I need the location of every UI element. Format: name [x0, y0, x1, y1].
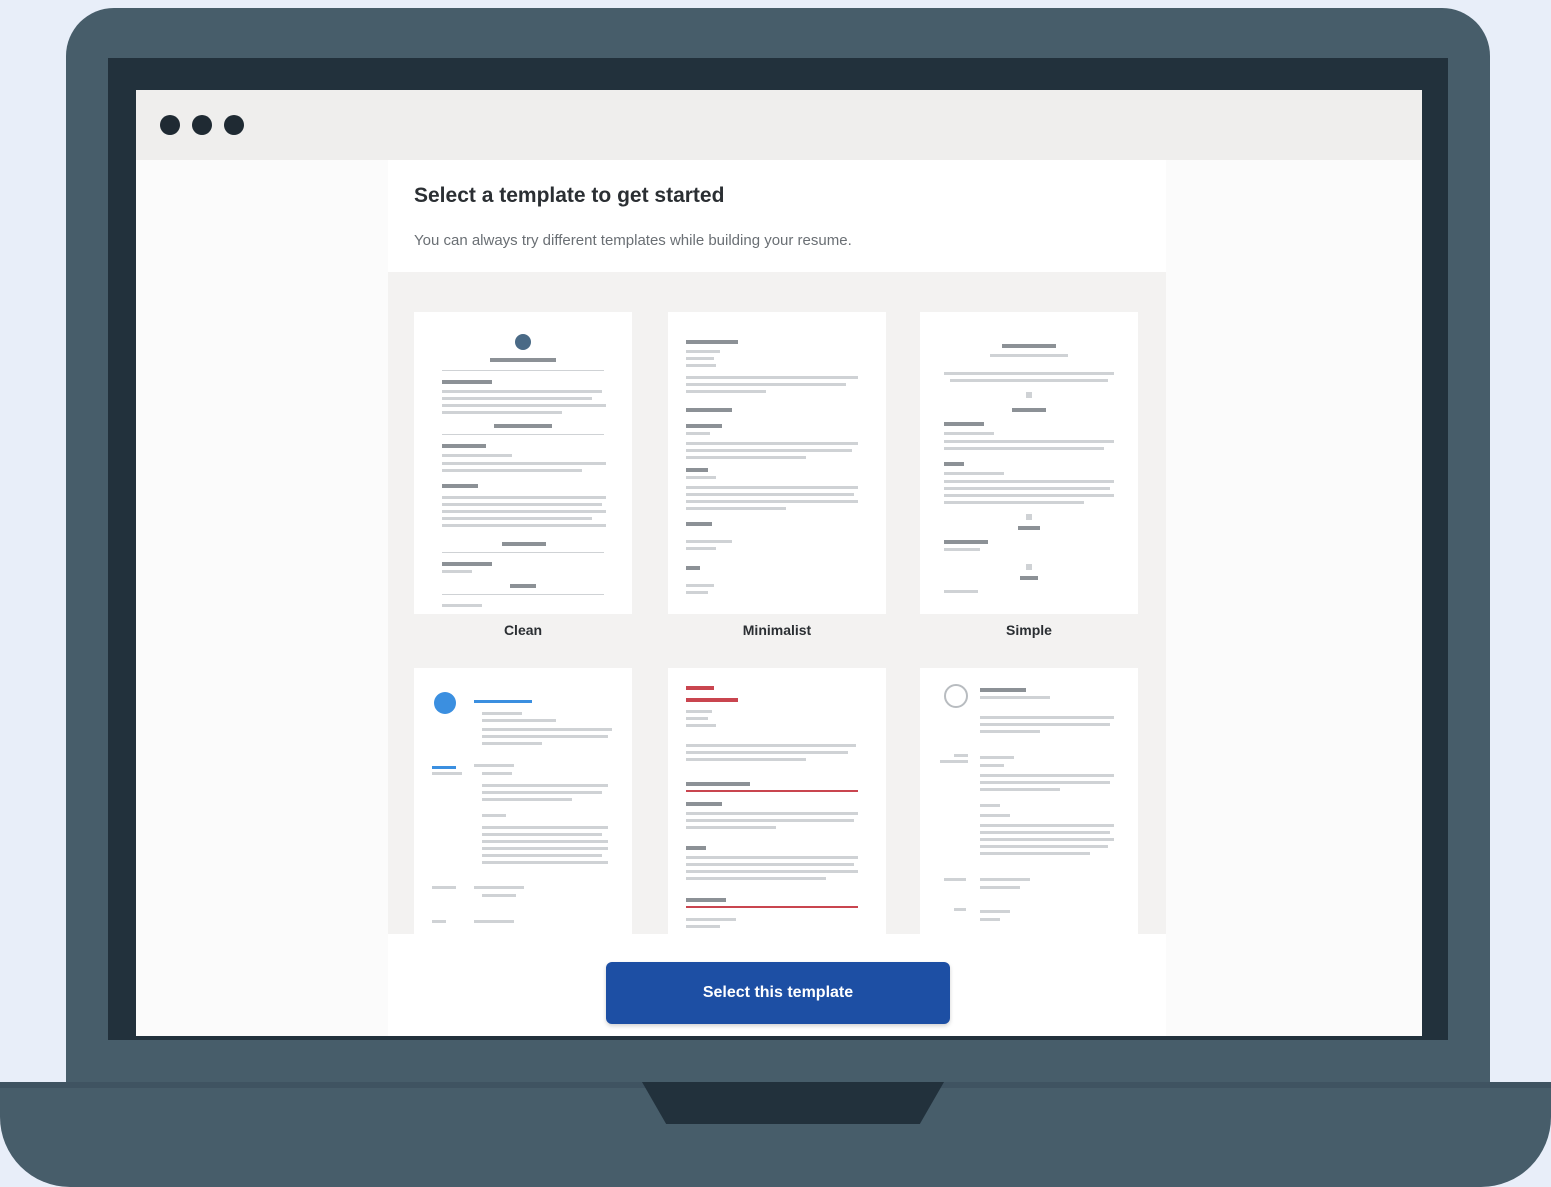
template-name-minimalist: Minimalist [742, 622, 812, 638]
template-name-simple: Simple [1006, 622, 1052, 638]
window-dot-2[interactable] [192, 115, 212, 135]
laptop-screen: Select a template to get started You can… [136, 90, 1422, 1036]
template-card-simple[interactable]: Simple [920, 312, 1138, 638]
scene: Select a template to get started You can… [0, 0, 1551, 1187]
avatar-icon [434, 692, 456, 714]
browser-titlebar [136, 90, 1422, 160]
template-selection-panel: Select a template to get started You can… [388, 160, 1166, 1036]
template-name-clean: Clean [503, 622, 543, 638]
select-template-button[interactable]: Select this template [606, 962, 950, 1024]
template-preview-5[interactable] [668, 668, 886, 934]
template-gallery: Clean Minimalist Simple [388, 272, 1166, 934]
page-content: Select a template to get started You can… [136, 160, 1422, 1036]
template-card-4[interactable] [414, 668, 632, 934]
window-dot-1[interactable] [160, 115, 180, 135]
template-preview-minimalist[interactable] [668, 312, 886, 614]
window-dot-3[interactable] [224, 115, 244, 135]
template-card-minimalist[interactable]: Minimalist [668, 312, 886, 638]
template-card-6[interactable] [920, 668, 1138, 934]
footer-bar: Select this template [388, 934, 1166, 1036]
laptop-notch [642, 1082, 944, 1124]
template-preview-clean[interactable] [414, 312, 632, 614]
page-subtitle: You can always try different templates w… [414, 232, 852, 249]
avatar-icon [944, 684, 968, 708]
page-title: Select a template to get started [414, 184, 725, 207]
template-card-clean[interactable]: Clean [414, 312, 632, 638]
avatar-icon [515, 334, 531, 350]
template-preview-simple[interactable] [920, 312, 1138, 614]
template-preview-4[interactable] [414, 668, 632, 934]
template-card-5[interactable] [668, 668, 886, 934]
template-preview-6[interactable] [920, 668, 1138, 934]
